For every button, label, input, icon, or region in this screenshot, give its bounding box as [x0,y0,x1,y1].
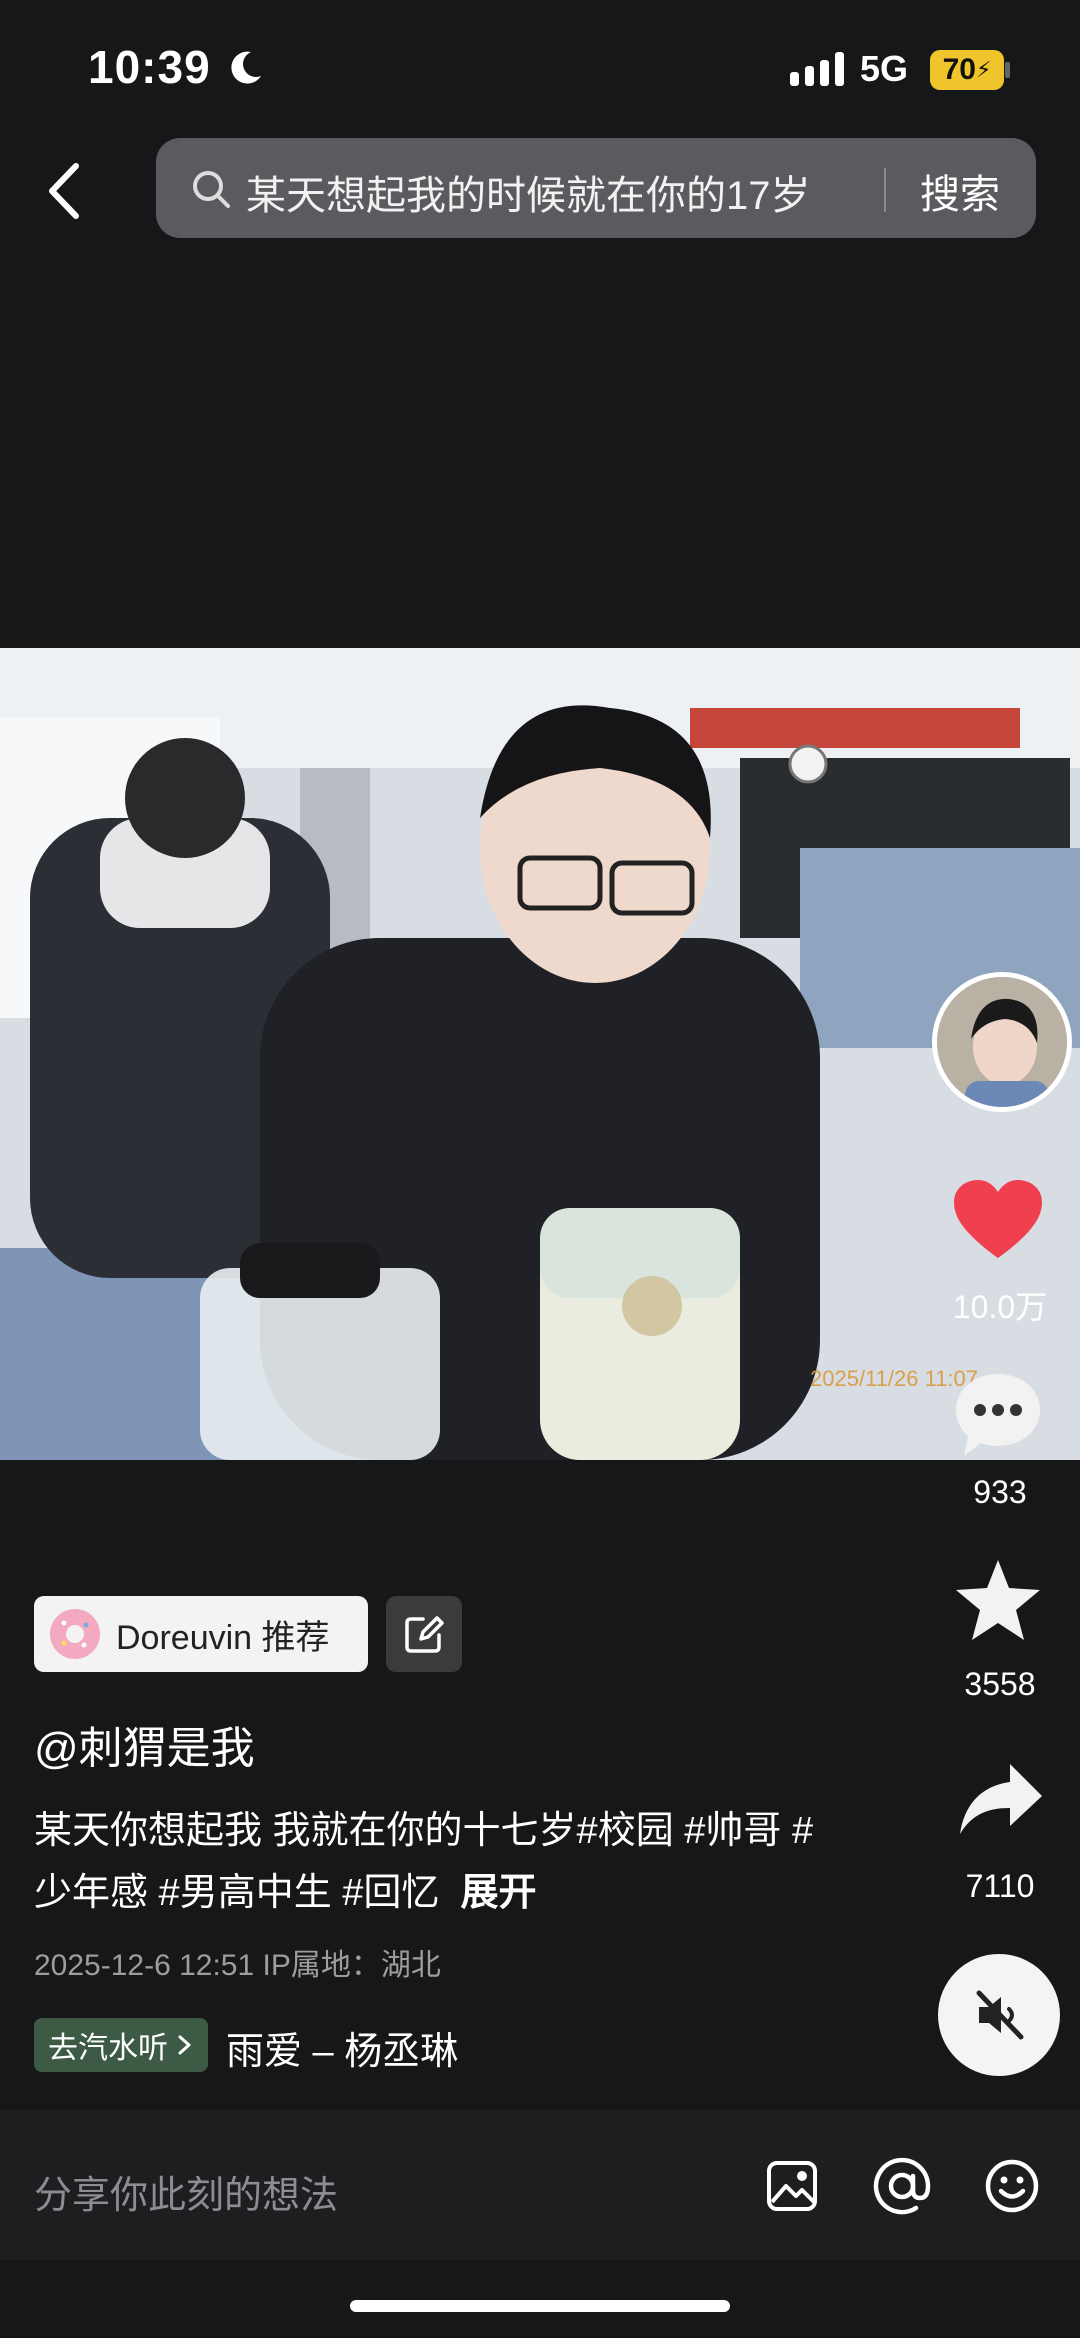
post-meta: 2025-12-6 12:51 IP属地：湖北 [34,1949,441,1982]
share-arrow-icon[interactable] [958,1762,1044,1836]
music-title[interactable]: 雨爱 – 杨丞琳 [226,2020,458,2075]
favorite-count: 3558 [964,1666,1036,1702]
classroom-photo-illustration [0,648,1080,1460]
post-caption: 某天你想起我 我就在你的十七岁#校园 #帅哥 #少年感 #男高中生 #回忆 展开 [34,1800,834,1924]
recommend-chip[interactable]: Doreuvin 推荐 [34,1596,368,1672]
image-icon[interactable] [766,2160,818,2212]
expand-link[interactable]: 展开 [461,1872,537,1914]
comment-icon[interactable] [952,1370,1044,1460]
mute-button[interactable] [938,1954,1060,2076]
at-mention-icon[interactable] [872,2156,932,2216]
home-indicator[interactable] [350,2300,730,2312]
battery-icon: 70 ⚡ [930,50,1004,90]
recommend-label: Doreuvin 推荐 [116,1618,330,1657]
author-avatar[interactable] [932,972,1072,1112]
signal-icon [790,52,844,86]
back-arrow-icon[interactable] [44,162,84,220]
star-icon[interactable] [954,1558,1042,1642]
caption-text: 某天你想起我 我就在你的十七岁#校园 #帅哥 #少年感 #男高中生 #回忆 [34,1810,814,1914]
emoji-icon[interactable] [984,2158,1040,2214]
chevron-right-icon [178,2035,191,2055]
music-chip-label: 去汽水听 [48,2032,168,2065]
post-photo[interactable] [0,648,1080,1460]
speaker-muted-icon [976,1990,1024,2040]
comment-count: 933 [973,1474,1027,1510]
author-name[interactable]: @刺猬是我 [34,1712,255,1776]
avatar-image [937,977,1067,1107]
like-count: 10.0万 [952,1289,1048,1325]
music-app-chip[interactable]: 去汽水听 [34,2018,208,2072]
moon-icon [231,51,261,84]
search-button[interactable]: 搜索 [920,162,1000,220]
comment-input[interactable]: 分享你此刻的想法 [34,2164,338,2219]
network-label: 5G [860,48,909,89]
battery-level: 70 [942,53,976,86]
donut-icon [50,1609,100,1659]
edit-button[interactable] [386,1596,462,1672]
search-query[interactable]: 某天想起我的时候就在你的17岁 [246,163,811,221]
search-icon [193,171,230,208]
status-time: 10:39 [88,41,211,93]
battery-cap [1005,62,1010,78]
edit-icon [405,1616,444,1653]
share-count: 7110 [965,1868,1035,1904]
heart-icon[interactable] [952,1178,1044,1262]
search-divider [884,168,886,212]
